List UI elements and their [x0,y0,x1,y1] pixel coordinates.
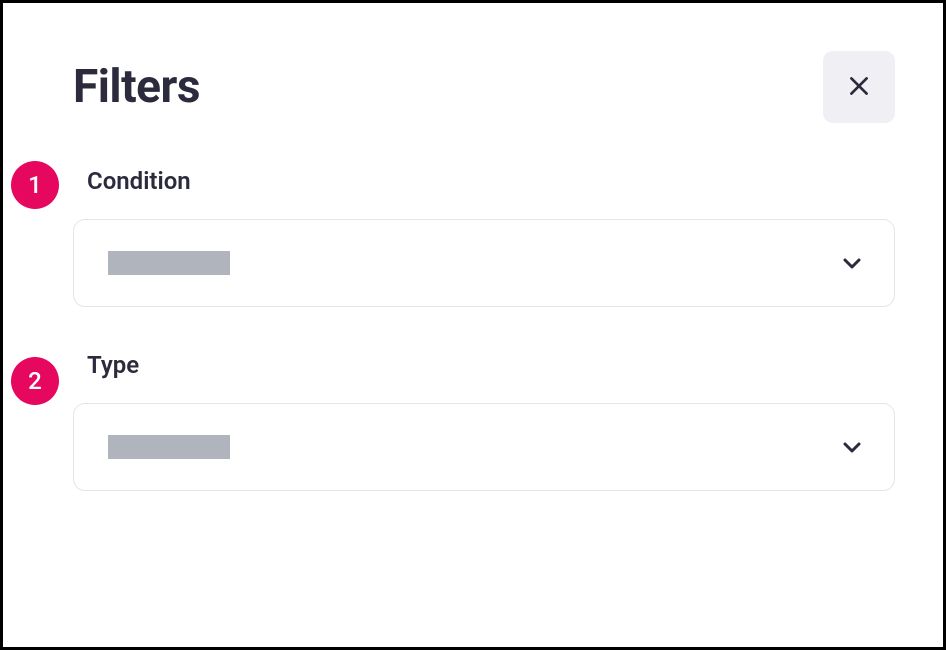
filter-group-type: Type [73,351,895,491]
placeholder-skeleton [108,251,230,275]
filter-group-condition: Condition [73,167,895,307]
type-select[interactable] [73,403,895,491]
filters-panel: Filters Condition Type [3,3,943,491]
page-title: Filters [73,60,200,114]
condition-select[interactable] [73,219,895,307]
annotation-badge-2: 2 [11,357,59,405]
placeholder-skeleton [108,435,230,459]
filter-label-type: Type [87,351,895,379]
chevron-down-icon [840,251,864,275]
close-button[interactable] [823,51,895,123]
close-icon [846,73,872,102]
filters-header: Filters [73,51,895,123]
chevron-down-icon [840,435,864,459]
filter-label-condition: Condition [87,167,895,195]
annotation-badge-1: 1 [11,161,59,209]
